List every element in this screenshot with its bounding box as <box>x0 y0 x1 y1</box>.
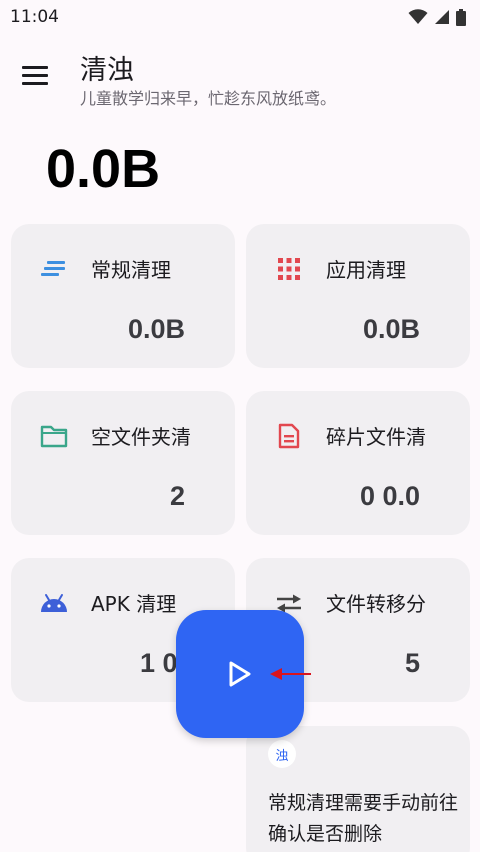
signal-icon <box>435 10 449 24</box>
status-time: 11:04 <box>10 7 59 27</box>
menu-icon <box>22 65 48 69</box>
grid-icon <box>274 254 304 284</box>
card-app-clean[interactable]: 应用清理 0.0B <box>246 224 470 368</box>
android-icon <box>39 588 69 618</box>
app-bar: 清浊 儿童散学归来早，忙趁东风放纸鸢。 <box>0 44 480 114</box>
card-empty-folder-clean[interactable]: 空文件夹清 2 <box>11 391 235 535</box>
tip-card: 浊 常规清理需要手动前往确认是否删除 <box>246 726 470 852</box>
card-fragment-clean[interactable]: 碎片文件清 0 0.0 <box>246 391 470 535</box>
lines-icon <box>39 254 69 284</box>
battery-icon <box>456 8 466 26</box>
app-title: 清浊 <box>80 55 134 86</box>
card-normal-clean[interactable]: 常规清理 0.0B <box>11 224 235 368</box>
card-value: 0.0B <box>362 314 420 344</box>
play-icon <box>229 661 251 687</box>
card-label: 空文件夹清 <box>91 425 191 449</box>
total-size: 0.0B <box>46 139 161 199</box>
card-value: 0 0.0 <box>359 481 420 511</box>
status-icons <box>408 8 466 26</box>
card-label: 文件转移分 <box>326 592 426 616</box>
menu-button[interactable] <box>22 60 52 90</box>
card-value: 2 <box>169 481 185 511</box>
card-label: 碎片文件清 <box>326 425 426 449</box>
status-bar: 11:04 <box>0 0 480 34</box>
card-value: 0.0B <box>127 314 185 344</box>
app-subtitle: 儿童散学归来早，忙趁东风放纸鸢。 <box>80 89 337 108</box>
card-label: 应用清理 <box>326 258 406 282</box>
tip-text: 常规清理需要手动前往确认是否删除 <box>268 792 459 845</box>
folder-icon <box>39 421 69 451</box>
card-value: 5 <box>404 648 420 678</box>
card-label: APK 清理 <box>91 592 177 616</box>
wifi-icon <box>408 9 428 24</box>
tip-avatar: 浊 <box>268 740 296 768</box>
arrow-left-icon <box>270 668 311 680</box>
card-label: 常规清理 <box>91 258 171 282</box>
document-icon <box>274 421 304 451</box>
